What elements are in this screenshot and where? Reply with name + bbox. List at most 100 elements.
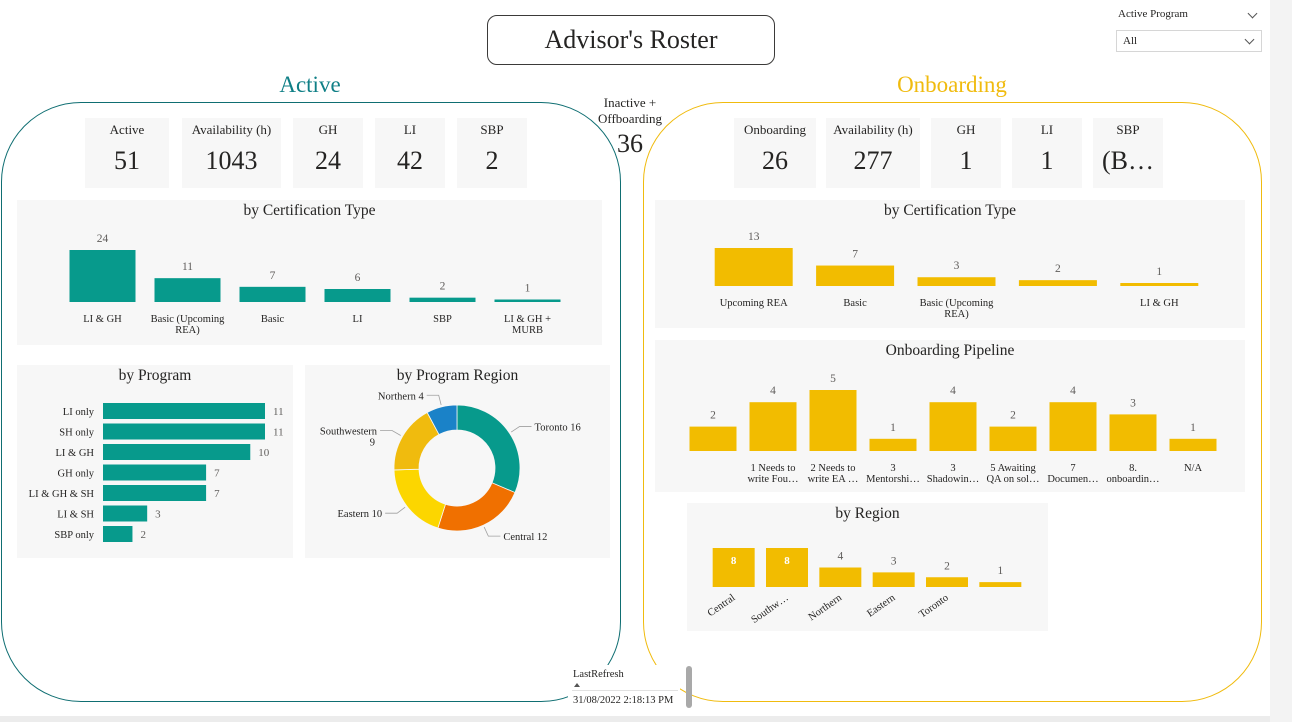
bar — [1109, 414, 1157, 451]
category-label: 7 — [1070, 463, 1075, 474]
bar — [689, 426, 737, 451]
kpi-card-onboarding: Onboarding 26 — [734, 118, 816, 188]
kpi-label: GH — [956, 122, 976, 137]
category-label: Upcoming REA — [720, 298, 788, 309]
chevron-down-icon[interactable] — [1247, 8, 1258, 19]
category-label: Basic — [261, 314, 285, 325]
category-label: GH only — [58, 469, 95, 480]
category-label: Northern — [807, 592, 845, 623]
chevron-down-icon — [1244, 34, 1255, 45]
kpi-label: GH — [318, 122, 338, 137]
onboarding-pipeline-chart: 2 4 1 Needs towrite Fou… 5 2 Needs towrite E… — [689, 373, 1217, 485]
category-label: write EA … — [808, 474, 859, 485]
bar — [69, 250, 136, 302]
active-region-panel: by Program Region Toronto 16 Central 12 Ea… — [305, 365, 610, 558]
data-label: 4 — [1070, 385, 1076, 397]
bar — [494, 299, 561, 302]
data-label: 7 — [852, 249, 858, 261]
kpi-value: 1 — [959, 146, 973, 175]
active-program-panel: by Program LI only 11 SH only 11 LI & GH 10 GH… — [17, 365, 293, 558]
bar — [239, 286, 306, 302]
data-label: 4 — [837, 551, 843, 563]
bar — [869, 438, 917, 451]
bar — [1169, 438, 1217, 451]
data-label: 11 — [273, 427, 284, 439]
category-label: SBP — [433, 314, 452, 325]
category-label: SBP only — [54, 530, 94, 541]
bar — [749, 402, 797, 451]
active-program-slicer[interactable]: Active Program All — [1116, 6, 1262, 52]
kpi-label: SBP — [480, 122, 504, 137]
window-edge — [1270, 0, 1292, 722]
bar — [917, 277, 996, 286]
data-label: 3 — [954, 260, 960, 272]
report-canvas: Advisor's Roster Active Program All Acti… — [0, 0, 1270, 716]
bar — [103, 403, 265, 419]
kpi-card-sbp: SBP 2 — [457, 118, 527, 188]
data-label: 3 — [891, 555, 897, 567]
onboarding-pipeline-panel: Onboarding Pipeline 241 Needs to write Fo… — [655, 340, 1245, 492]
category-label: LI & GH — [1140, 298, 1179, 309]
category-label: 8. — [1129, 463, 1137, 474]
data-label: 13 — [748, 231, 760, 243]
category-label: Documen… — [1047, 474, 1098, 485]
kpi-value: 42 — [397, 146, 423, 175]
bar — [816, 265, 895, 286]
category-label: 2 Needs to — [811, 463, 856, 474]
bar — [872, 572, 915, 587]
bar — [409, 297, 476, 302]
bar — [989, 426, 1037, 451]
data-label: 1 — [1190, 422, 1196, 434]
category-label: Southw… — [750, 592, 791, 625]
kpi-card-availability: Availability (h) 1043 — [182, 118, 281, 188]
category-label: 5 Awaiting — [990, 463, 1036, 474]
kpi-card-li: LI 42 — [375, 118, 445, 188]
bar — [712, 548, 755, 587]
slice-label: Northern 4 — [378, 391, 425, 402]
category-label: LI & GH + — [504, 314, 551, 325]
scrollbar-thumb[interactable] — [686, 666, 692, 708]
bar — [809, 390, 857, 451]
category-label: LI — [353, 314, 363, 325]
inactive-label-line1: Inactive + — [603, 95, 657, 110]
data-label: 5 — [830, 373, 836, 385]
bar — [819, 567, 862, 587]
bar — [103, 444, 251, 460]
donut-slice — [456, 404, 521, 494]
data-label: 2 — [1010, 410, 1016, 422]
bar — [714, 248, 793, 286]
category-label: onboardin… — [1106, 474, 1159, 485]
category-label: Central — [706, 592, 738, 619]
kpi-label: SBP — [1116, 122, 1140, 137]
kpi-card-onboarding-availability: Availability (h) 277 — [826, 118, 920, 188]
category-label: LI & SH — [57, 510, 94, 521]
kpi-card-onboarding-li: LI 1 — [1012, 118, 1082, 188]
data-label: 2 — [1055, 263, 1061, 275]
data-label: 8 — [784, 555, 790, 567]
slice-label: 9 — [370, 438, 375, 449]
last-refresh-divider — [572, 690, 678, 691]
category-label: SH only — [59, 428, 94, 439]
onboarding-cert-chart: 13 Upcoming REA 7 Basic 3 Basic (UpcomingREA)… — [714, 231, 1199, 320]
category-label: 3 — [950, 463, 955, 474]
kpi-value: 1043 — [205, 146, 258, 175]
data-label: 4 — [950, 385, 956, 397]
category-label: REA) — [175, 325, 200, 336]
bar — [103, 423, 265, 440]
data-label: 10 — [258, 447, 270, 459]
inactive-value: 36 — [617, 129, 643, 158]
kpi-label: Availability (h) — [191, 122, 272, 137]
bar — [766, 548, 808, 587]
data-label: 3 — [1130, 397, 1136, 409]
kpi-label: LI — [1040, 122, 1054, 137]
kpi-value: 277 — [853, 146, 893, 175]
bar — [103, 485, 207, 501]
data-label: 2 — [440, 281, 446, 293]
bar — [1049, 402, 1097, 451]
kpi-value: 2 — [485, 146, 499, 175]
bar — [929, 402, 977, 451]
category-label: 1 Needs to — [751, 463, 796, 474]
data-label: 4 — [770, 385, 776, 397]
slicer-dropdown[interactable]: All — [1116, 30, 1262, 52]
kpi-value: 24 — [315, 146, 341, 175]
